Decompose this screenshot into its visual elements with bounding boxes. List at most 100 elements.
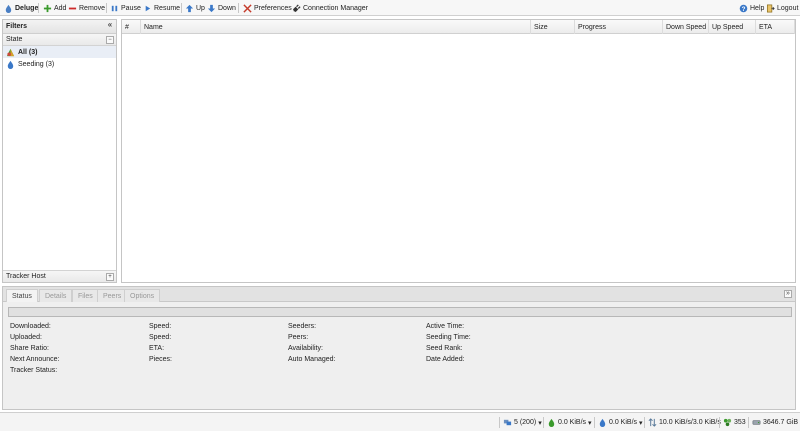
peers-label: Peers:	[288, 334, 309, 341]
filter-item-label: Seeding (3)	[18, 60, 55, 68]
uploaded-label: Uploaded:	[10, 334, 42, 341]
resume-button[interactable]: Resume	[143, 3, 180, 13]
column-header-size[interactable]: Size	[531, 20, 575, 34]
queue-up-button[interactable]: Up	[185, 3, 205, 13]
add-button[interactable]: Add	[43, 3, 66, 13]
column-header-up-speed[interactable]: Up Speed	[709, 20, 756, 34]
preferences-button[interactable]: Preferences	[243, 3, 292, 13]
tracker-status-label: Tracker Status:	[10, 367, 58, 374]
statusbar-separator	[499, 417, 500, 428]
seeding-icon	[6, 60, 15, 69]
tab-peers[interactable]: Peers	[97, 289, 128, 302]
details-panel: Status Details Files Peers Options » Dow…	[2, 286, 796, 410]
free-space-value: 3646.7 GiB	[763, 419, 799, 426]
dht-nodes-indicator: 353	[723, 418, 746, 427]
torrent-grid[interactable]: # Name Size Progress Down Speed Up Speed…	[121, 19, 796, 283]
help-button[interactable]: ? Help	[739, 3, 764, 13]
plug-icon	[292, 3, 301, 13]
toolbar-separator	[106, 3, 107, 13]
free-space-indicator: 3646.7 GiB	[752, 418, 798, 427]
filter-item-seeding[interactable]: Seeding (3)	[3, 58, 116, 70]
column-header-progress[interactable]: Progress	[575, 20, 663, 34]
upload-speed-limit-button[interactable]: 0.0 KiB/s ▾	[598, 418, 643, 427]
dropdown-icon: ▾	[639, 419, 643, 427]
tools-icon	[243, 3, 252, 13]
connection-manager-label: Connection Manager	[303, 4, 368, 12]
connection-manager-button[interactable]: Connection Manager	[292, 3, 368, 13]
arrow-down-icon	[207, 4, 216, 13]
plus-icon	[43, 4, 52, 13]
toolbar: Deluge Add Remove Pause Resume Up Down P…	[0, 0, 800, 16]
arrow-up-icon	[185, 4, 194, 13]
logout-icon	[766, 4, 775, 13]
tab-files[interactable]: Files	[72, 289, 99, 302]
state-section-header[interactable]: State −	[3, 34, 116, 46]
statusbar-separator	[543, 417, 544, 428]
add-label: Add	[54, 4, 67, 12]
expand-section-icon[interactable]: +	[106, 273, 114, 281]
dropdown-icon: ▾	[538, 419, 542, 427]
upload-speed-label: Speed:	[149, 334, 172, 341]
dht-icon	[723, 418, 732, 427]
toolbar-separator	[38, 3, 39, 13]
downloaded-label: Downloaded:	[10, 323, 51, 330]
hard-disk-icon	[752, 418, 761, 427]
minus-icon	[68, 4, 77, 13]
statusbar-separator	[594, 417, 595, 428]
download-speed-label: Speed:	[149, 323, 172, 330]
remove-label: Remove	[79, 4, 106, 12]
collapse-details-icon[interactable]: »	[784, 290, 792, 298]
dropdown-icon: ▾	[588, 419, 592, 427]
pause-icon	[110, 4, 119, 13]
tracker-host-section-header[interactable]: Tracker Host +	[3, 270, 116, 282]
filters-header: Filters «	[3, 20, 116, 34]
date-added-label: Date Added:	[426, 356, 465, 363]
column-header-name[interactable]: Name	[141, 20, 531, 34]
logout-button[interactable]: Logout	[766, 3, 798, 13]
tab-options[interactable]: Options	[124, 289, 161, 302]
status-bar: 5 (200) ▾ 0.0 KiB/s ▾ 0.0 KiB/s ▾ 10.0 K…	[0, 412, 800, 431]
statusbar-separator	[644, 417, 645, 428]
tab-status[interactable]: Status	[6, 289, 38, 302]
remove-button[interactable]: Remove	[68, 3, 105, 13]
tracker-host-label: Tracker Host	[6, 273, 46, 280]
down-label: Down	[218, 4, 236, 12]
play-icon	[143, 4, 152, 13]
collapse-panel-icon[interactable]: «	[106, 21, 114, 30]
collapse-section-icon[interactable]: −	[106, 36, 114, 44]
column-header-down-speed[interactable]: Down Speed	[663, 20, 709, 34]
filter-item-label: All (3)	[18, 48, 38, 56]
seed-rank-label: Seed Rank:	[426, 345, 463, 352]
statusbar-separator	[719, 417, 720, 428]
availability-label: Availability:	[288, 345, 323, 352]
filter-item-all[interactable]: All (3)	[3, 46, 116, 58]
download-speed-icon	[547, 418, 556, 427]
svg-text:?: ?	[742, 5, 746, 12]
logout-label: Logout	[777, 4, 799, 12]
seeding-time-label: Seeding Time:	[426, 334, 471, 341]
share-ratio-label: Share Ratio:	[10, 345, 49, 352]
deluge-logo-icon	[4, 4, 13, 13]
connections-button[interactable]: 5 (200) ▾	[503, 418, 542, 427]
upload-speed-icon	[598, 418, 607, 427]
next-announce-label: Next Announce:	[10, 356, 60, 363]
traffic-icon	[648, 418, 657, 427]
torrent-progress-bar	[8, 307, 792, 317]
active-time-label: Active Time:	[426, 323, 465, 330]
up-label: Up	[196, 4, 205, 12]
eta-label: ETA:	[149, 345, 165, 352]
statusbar-separator	[748, 417, 749, 428]
download-speed-value: 0.0 KiB/s	[558, 419, 587, 426]
column-header-eta[interactable]: ETA	[756, 20, 795, 34]
pause-button[interactable]: Pause	[110, 3, 141, 13]
download-speed-limit-button[interactable]: 0.0 KiB/s ▾	[547, 418, 592, 427]
traffic-value: 10.0 KiB/s/3.0 KiB/s	[659, 419, 721, 426]
details-tabbar: Status Details Files Peers Options »	[3, 287, 795, 302]
column-header-index[interactable]: #	[122, 20, 141, 34]
preferences-label: Preferences	[254, 4, 292, 12]
dht-nodes-value: 353	[734, 419, 746, 426]
tab-details[interactable]: Details	[39, 289, 73, 302]
queue-down-button[interactable]: Down	[207, 3, 236, 13]
app-title: Deluge	[15, 4, 39, 12]
toolbar-separator	[238, 3, 239, 13]
